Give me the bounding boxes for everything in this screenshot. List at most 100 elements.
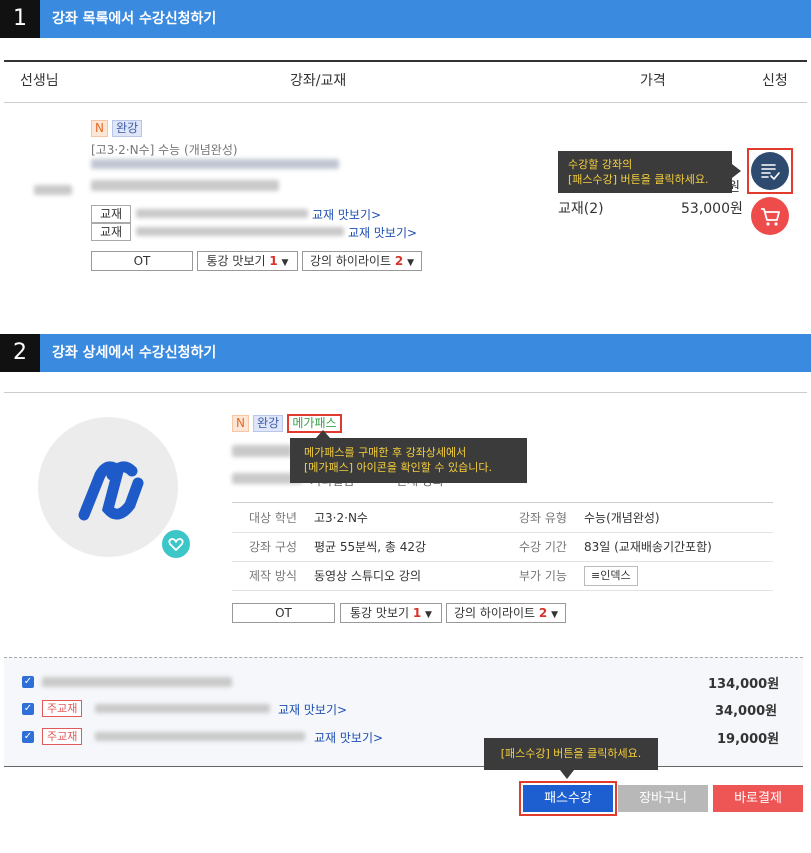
chevron-down-icon: ▼ <box>425 610 432 620</box>
header-teacher: 선생님 <box>20 73 59 89</box>
option-price: 19,000원 <box>717 732 780 747</box>
buy-now-button[interactable]: 바로결제 <box>713 785 803 812</box>
tooltip-pass-button: 수강할 강좌의 [패스수강] 버튼을 클릭하세요. <box>558 151 732 193</box>
book-tag: 교재 <box>91 223 131 241</box>
sample-label: 통강 맛보기 <box>206 254 266 268</box>
info-label: 강좌 구성 <box>249 540 297 554</box>
book-tag: 교재 <box>91 205 131 223</box>
megastudy-logo-icon <box>78 461 144 521</box>
tag-megapass: 메가패스 <box>287 414 342 433</box>
table-top-border <box>4 60 807 62</box>
ot-button[interactable]: OT <box>232 603 335 623</box>
book1-name-blurred <box>136 209 308 218</box>
sample-count: 1 <box>269 254 278 268</box>
course1-title-blurred[interactable] <box>91 159 339 169</box>
avatar <box>38 417 178 557</box>
tooltip-pass-button: [패스수강] 버튼을 클릭하세요. <box>484 738 658 770</box>
table-header-divider <box>4 102 807 103</box>
detail-top-border <box>4 392 807 393</box>
info-label: 강좌 유형 <box>519 510 567 525</box>
tag-complete: 완강 <box>112 120 143 137</box>
favorite-button[interactable] <box>160 528 192 560</box>
sample-label: 통강 맛보기 <box>350 606 410 620</box>
tooltip-line1: 메가패스를 구매한 후 강좌상세에서 <box>304 446 467 459</box>
info-label: 수강 기간 <box>519 540 567 554</box>
book-preview-link[interactable]: 교재 맛보기> <box>278 701 347 718</box>
course1-book-price: 53,000원 <box>681 201 743 217</box>
cart-button[interactable]: 장바구니 <box>618 785 708 812</box>
info-label: 제작 방식 <box>249 569 297 583</box>
teacher-name-blurred <box>34 185 72 195</box>
pass-apply-button[interactable] <box>751 152 789 190</box>
info-value: 동영상 스튜디오 강의 <box>314 569 421 583</box>
tag-complete: 완강 <box>253 415 284 432</box>
tooltip-arrow <box>316 430 330 438</box>
sample-count: 1 <box>412 606 422 620</box>
highlight-count: 2 <box>394 254 404 268</box>
info-label: 대상 학년 <box>249 510 297 525</box>
highlight-count: 2 <box>538 606 548 620</box>
section1-number: 1 <box>0 0 40 38</box>
course-info-table: 대상 학년 고3·2·N수 강좌 유형 수능(개념완성) 강좌 구성 평균 55… <box>232 502 773 591</box>
book2-name-blurred <box>136 227 344 236</box>
ot-button[interactable]: OT <box>91 251 193 271</box>
sample-dropdown[interactable]: 통강 맛보기 1 ▼ <box>340 603 442 623</box>
section2-number: 2 <box>0 334 40 372</box>
option-price: 134,000원 <box>708 677 780 692</box>
info-value: 평균 55분씩, 총 42강 <box>314 540 427 554</box>
menu-icon: ≡ <box>591 568 601 582</box>
highlight-dropdown[interactable]: 강의 하이라이트 2 ▼ <box>302 251 422 271</box>
heart-icon <box>168 538 184 551</box>
chevron-down-icon: ▼ <box>407 258 415 268</box>
course1-subtitle-blurred <box>91 180 279 191</box>
tooltip-line1: 수강할 강좌의 <box>568 158 633 171</box>
header-apply: 신청 <box>762 73 788 89</box>
option-checkbox[interactable]: ✓ <box>22 731 34 743</box>
section2-title: 강좌 상세에서 수강신청하기 <box>52 345 217 361</box>
tooltip-line2: [메가패스] 아이콘을 확인할 수 있습니다. <box>304 461 492 474</box>
info-value: 고3·2·N수 <box>314 510 368 525</box>
highlight-label: 강의 하이라이트 <box>309 254 392 268</box>
book-option-blurred <box>95 732 305 741</box>
cart-icon <box>761 208 780 226</box>
section2-header: 2 강좌 상세에서 수강신청하기 <box>0 334 811 372</box>
highlight-label: 강의 하이라이트 <box>453 606 536 620</box>
highlight-dropdown[interactable]: 강의 하이라이트 2 ▼ <box>446 603 566 623</box>
tooltip-arrow <box>560 770 574 779</box>
index-label: 인덱스 <box>600 568 631 582</box>
book1-preview-link[interactable]: 교재 맛보기> <box>312 206 381 223</box>
tooltip-line2: [패스수강] 버튼을 클릭하세요. <box>568 173 709 186</box>
chevron-down-icon: ▼ <box>281 258 289 268</box>
sample-dropdown[interactable]: 통강 맛보기 1 ▼ <box>197 251 298 271</box>
option-checkbox[interactable]: ✓ <box>22 676 34 688</box>
tag-new: N <box>232 415 249 432</box>
course1-tags: N 완강 <box>91 120 143 137</box>
section1-title: 강좌 목록에서 수강신청하기 <box>52 11 217 27</box>
main-book-tag: 주교재 <box>42 700 83 717</box>
header-price: 가격 <box>640 73 666 89</box>
course1-category: [고3·2·N수] 수능 (개념완성) <box>91 143 238 157</box>
header-course: 강좌/교재 <box>290 73 347 89</box>
section1-header: 1 강좌 목록에서 수강신청하기 <box>0 0 811 38</box>
tooltip-megapass: 메가패스를 구매한 후 강좌상세에서 [메가패스] 아이콘을 확인할 수 있습니… <box>290 438 527 483</box>
info-value: 수능(개념완성) <box>584 510 660 525</box>
index-button[interactable]: ≡인덱스 <box>584 565 638 586</box>
cart-add-button[interactable] <box>751 197 789 235</box>
book-preview-link[interactable]: 교재 맛보기> <box>314 729 383 746</box>
book2-preview-link[interactable]: 교재 맛보기> <box>348 224 417 241</box>
list-check-icon <box>761 164 780 181</box>
tooltip-arrow <box>732 164 741 178</box>
info-label: 부가 기능 <box>519 569 567 583</box>
option-checkbox[interactable]: ✓ <box>22 703 34 715</box>
option-price: 34,000원 <box>715 704 778 719</box>
tag-new: N <box>91 120 108 137</box>
chevron-down-icon: ▼ <box>551 610 559 620</box>
pass-enroll-button[interactable]: 패스수강 <box>523 785 613 812</box>
book-option-blurred <box>95 704 270 713</box>
info-value-cell: ≡인덱스 <box>584 561 773 590</box>
course1-book-price-label: 교재(2) <box>558 201 604 217</box>
detail-title-blurred <box>232 445 292 457</box>
main-book-tag: 주교재 <box>42 728 83 745</box>
info-value: 83일 (교재배송기간포함) <box>584 540 712 554</box>
course-option-blurred <box>42 677 232 687</box>
